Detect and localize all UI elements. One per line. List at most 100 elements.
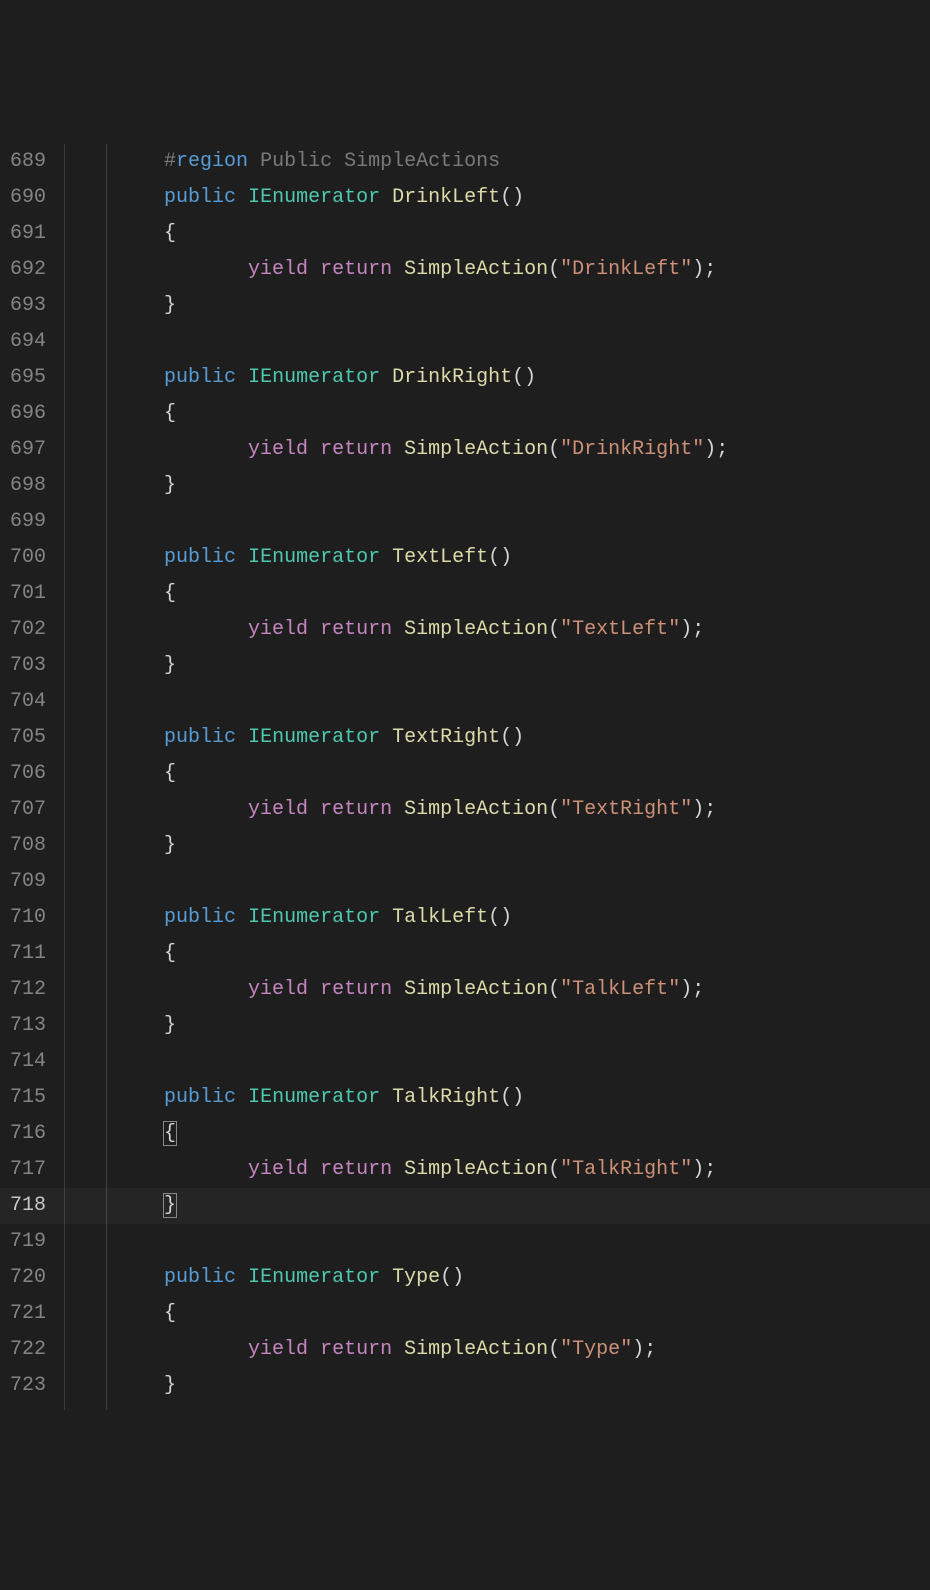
code-line[interactable]: public IEnumerator TextRight() xyxy=(128,720,930,756)
line-number: 721 xyxy=(10,1296,46,1332)
keyword-public: public xyxy=(164,1266,236,1289)
code-line[interactable] xyxy=(128,324,930,360)
brace-open: { xyxy=(164,762,176,785)
line-number: 717 xyxy=(10,1152,46,1188)
line-number: 706 xyxy=(10,756,46,792)
paren-open: ( xyxy=(548,258,560,281)
call-name: SimpleAction xyxy=(404,798,548,821)
code-area[interactable]: #region Public SimpleActions public IEnu… xyxy=(124,144,930,1410)
return-type: IEnumerator xyxy=(248,726,380,749)
code-line[interactable]: { xyxy=(128,1116,930,1152)
code-line[interactable]: yield return SimpleAction("TalkLeft"); xyxy=(128,972,930,1008)
line-number: 695 xyxy=(10,360,46,396)
keyword-return: return xyxy=(320,1338,392,1361)
code-line[interactable]: public IEnumerator TalkLeft() xyxy=(128,900,930,936)
code-line[interactable]: { xyxy=(128,576,930,612)
keyword-return: return xyxy=(320,1158,392,1181)
paren-close: ) xyxy=(512,186,524,209)
string-literal: TalkRight xyxy=(572,1158,680,1181)
return-type: IEnumerator xyxy=(248,366,380,389)
code-line[interactable]: yield return SimpleAction("TextLeft"); xyxy=(128,612,930,648)
code-line[interactable]: yield return SimpleAction("DrinkLeft"); xyxy=(128,252,930,288)
code-line[interactable]: } xyxy=(128,1008,930,1044)
paren-close: ) xyxy=(512,726,524,749)
line-number: 691 xyxy=(10,216,46,252)
keyword-yield: yield xyxy=(248,978,308,1001)
line-number: 711 xyxy=(10,936,46,972)
paren-close: ) xyxy=(500,906,512,929)
code-line[interactable]: public IEnumerator Type() xyxy=(128,1260,930,1296)
semicolon: ; xyxy=(692,978,704,1001)
brace-open: { xyxy=(164,222,176,245)
code-editor[interactable]: 6896906916926936946956966976986997007017… xyxy=(0,144,930,1410)
string-literal: TextLeft xyxy=(572,618,668,641)
paren-close: ) xyxy=(680,978,692,1001)
line-number: 719 xyxy=(10,1224,46,1260)
code-line[interactable]: } xyxy=(128,288,930,324)
string-quote: " xyxy=(668,618,680,641)
code-line[interactable]: { xyxy=(128,216,930,252)
semicolon: ; xyxy=(704,1158,716,1181)
line-number: 723 xyxy=(10,1368,46,1404)
call-name: SimpleAction xyxy=(404,258,548,281)
code-line[interactable]: public IEnumerator TalkRight() xyxy=(128,1080,930,1116)
paren-close: ) xyxy=(692,798,704,821)
line-number: 710 xyxy=(10,900,46,936)
code-line[interactable]: { xyxy=(128,1296,930,1332)
string-quote: " xyxy=(680,258,692,281)
code-line[interactable]: { xyxy=(128,396,930,432)
string-quote: " xyxy=(560,1158,572,1181)
code-line[interactable]: public IEnumerator DrinkLeft() xyxy=(128,180,930,216)
code-line[interactable] xyxy=(128,504,930,540)
method-name: TalkRight xyxy=(392,1086,500,1109)
code-line[interactable]: yield return SimpleAction("TalkRight"); xyxy=(128,1152,930,1188)
code-line[interactable]: yield return SimpleAction("TextRight"); xyxy=(128,792,930,828)
code-line[interactable] xyxy=(128,684,930,720)
code-line[interactable]: } xyxy=(128,1368,930,1404)
method-name: Type xyxy=(392,1266,440,1289)
method-name: DrinkRight xyxy=(392,366,512,389)
string-quote: " xyxy=(620,1338,632,1361)
method-name: TextLeft xyxy=(392,546,488,569)
string-quote: " xyxy=(560,798,572,821)
return-type: IEnumerator xyxy=(248,546,380,569)
code-line[interactable]: } xyxy=(0,1188,930,1224)
brace-close: } xyxy=(164,654,176,677)
region-label: Public SimpleActions xyxy=(248,150,500,173)
semicolon: ; xyxy=(704,258,716,281)
code-line[interactable]: public IEnumerator DrinkRight() xyxy=(128,360,930,396)
code-line[interactable]: { xyxy=(128,756,930,792)
semicolon: ; xyxy=(704,798,716,821)
brace-close: } xyxy=(164,1014,176,1037)
keyword-public: public xyxy=(164,906,236,929)
code-line[interactable] xyxy=(128,864,930,900)
line-number: 690 xyxy=(10,180,46,216)
code-line[interactable]: { xyxy=(128,936,930,972)
string-literal: TextRight xyxy=(572,798,680,821)
code-line[interactable]: } xyxy=(128,828,930,864)
line-number: 689 xyxy=(10,144,46,180)
code-line[interactable] xyxy=(128,1224,930,1260)
string-quote: " xyxy=(560,1338,572,1361)
code-line[interactable]: yield return SimpleAction("DrinkRight"); xyxy=(128,432,930,468)
keyword-return: return xyxy=(320,798,392,821)
code-line[interactable]: yield return SimpleAction("Type"); xyxy=(128,1332,930,1368)
paren-open: ( xyxy=(512,366,524,389)
brace-open: { xyxy=(164,582,176,605)
code-line[interactable]: public IEnumerator TextLeft() xyxy=(128,540,930,576)
keyword-return: return xyxy=(320,978,392,1001)
call-name: SimpleAction xyxy=(404,618,548,641)
string-quote: " xyxy=(668,978,680,1001)
keyword-yield: yield xyxy=(248,438,308,461)
code-line[interactable]: #region Public SimpleActions xyxy=(128,144,930,180)
line-number: 708 xyxy=(10,828,46,864)
code-line[interactable]: } xyxy=(128,648,930,684)
string-quote: " xyxy=(560,258,572,281)
paren-close: ) xyxy=(692,1158,704,1181)
string-literal: TalkLeft xyxy=(572,978,668,1001)
line-number: 701 xyxy=(10,576,46,612)
return-type: IEnumerator xyxy=(248,186,380,209)
line-number: 703 xyxy=(10,648,46,684)
code-line[interactable]: } xyxy=(128,468,930,504)
code-line[interactable] xyxy=(128,1044,930,1080)
